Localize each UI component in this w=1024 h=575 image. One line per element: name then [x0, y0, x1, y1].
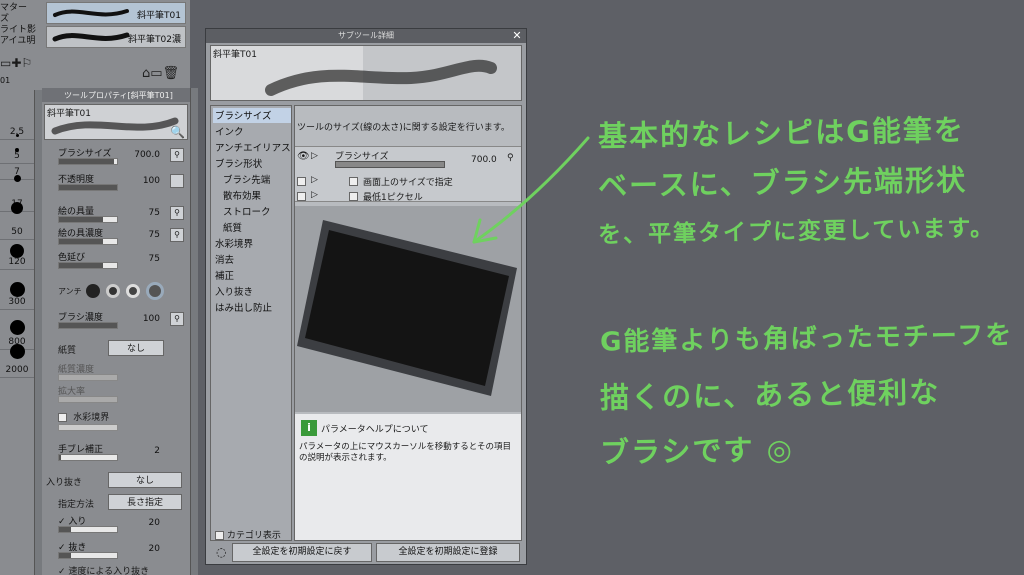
palette-tool-icons[interactable]: ▭✚⚐	[0, 56, 42, 70]
loading-spinner-icon: ◌	[216, 545, 227, 559]
row-visibility-checkbox[interactable]	[297, 177, 306, 186]
annotation-line: G能筆よりも角ばったモチーフを	[599, 320, 1014, 358]
category-ink[interactable]: インク	[213, 124, 291, 139]
category-paper[interactable]: 紙質	[213, 220, 291, 235]
antialias-weak-icon[interactable]	[106, 284, 120, 298]
antialias-strong-icon[interactable]	[146, 282, 164, 300]
size-preset-300[interactable]: 300	[0, 270, 34, 310]
watercolor-checkbox[interactable]	[58, 412, 67, 422]
min-1px-label: 最低1ピクセル	[363, 193, 423, 203]
pressure-icon: ⚲	[170, 206, 184, 220]
help-title: パラメータヘルプについて	[321, 425, 429, 435]
dialog-preview: 斜平筆T01	[210, 45, 522, 101]
pressure-icon	[170, 174, 184, 188]
antialias-medium-icon[interactable]	[126, 284, 140, 298]
subtool-detail-dialog: サブツール詳細 ✕ 斜平筆T01 ブラシサイズ インク アンチエイリアス ブラシ…	[205, 28, 527, 565]
reset-to-default-button[interactable]: 全設定を初期設定に戻す	[232, 543, 372, 562]
annotation-line: 描くのに、あると便利な	[599, 375, 941, 415]
palette-header: 01	[0, 76, 11, 85]
param-method[interactable]: 指定方法 長さ指定	[58, 494, 188, 512]
category-taper[interactable]: 入り抜き	[213, 284, 291, 299]
min-1px-checkbox[interactable]	[349, 192, 358, 201]
category-watercolor-edge[interactable]: 水彩境界	[213, 236, 291, 251]
magnify-icon[interactable]: 🔍	[170, 125, 185, 139]
pressure-icon: ⚲	[170, 228, 184, 242]
category-list: ブラシサイズ インク アンチエイリアス ブラシ形状 ブラシ先端 散布効果 ストロ…	[210, 105, 292, 541]
screen-size-checkbox[interactable]	[349, 177, 358, 186]
help-text-line: の説明が表示されます。	[299, 453, 392, 463]
param-color-stretch[interactable]: 色延び 75	[58, 250, 188, 280]
dialog-title[interactable]: サブツール詳細	[206, 29, 526, 43]
category-brush-tip[interactable]: ブラシ先端	[213, 172, 291, 187]
subtool-actions[interactable]: ⌂▭🗑	[142, 66, 188, 84]
param-brush-density[interactable]: ブラシ濃度 100 ⚲	[58, 310, 188, 340]
screen-size-label: 画面上のサイズで指定	[363, 178, 453, 188]
category-stroke[interactable]: ストローク	[213, 204, 291, 219]
param-opacity[interactable]: 不透明度 100	[58, 172, 188, 202]
param-watercolor-edge[interactable]: 水彩境界	[58, 410, 188, 434]
expand-icon[interactable]: ▷	[311, 151, 318, 161]
paper-dropdown[interactable]: なし	[108, 340, 164, 356]
pressure-icon: ⚲	[170, 148, 184, 162]
category-antialias[interactable]: アンチエイリアス	[213, 140, 291, 155]
param-paper[interactable]: 紙質 なし	[58, 340, 188, 358]
category-brush-shape[interactable]: ブラシ形状	[213, 156, 291, 171]
subtool-item[interactable]: 斜平筆T02濃	[46, 26, 186, 48]
size-preset-2000[interactable]: 2000	[0, 340, 34, 378]
annotation-line: 基本的なレシピはG能筆を	[597, 112, 966, 154]
param-stabilization[interactable]: 手ブレ補正 2	[58, 442, 188, 472]
category-display-toggle[interactable]: カテゴリ表示	[215, 528, 293, 541]
tab-title: ツールプロパティ[斜平筆T01]	[64, 91, 173, 100]
register-as-default-button[interactable]: 全設定を初期設定に登録	[376, 543, 520, 562]
tool-property-panel: ツールプロパティ[斜平筆T01] 斜平筆T01 🔍 ブラシサイズ 700.0 ⚲ 不…	[42, 88, 190, 575]
info-icon: i	[301, 420, 317, 436]
method-dropdown[interactable]: 長さ指定	[108, 494, 182, 510]
category-erase[interactable]: 消去	[213, 252, 291, 267]
param-speed-taper[interactable]: ✓ 速度による入り抜き	[58, 564, 188, 575]
palette-scrollbar[interactable]	[34, 90, 42, 575]
subtool-list: 斜平筆T01 斜平筆T02濃 ⌂▭🗑	[42, 0, 190, 88]
param-taper[interactable]: 入り抜き なし	[46, 472, 188, 490]
row-visibility-checkbox[interactable]	[297, 192, 306, 201]
category-spray[interactable]: 散布効果	[213, 188, 291, 203]
annotation-line: ブラシです ◎	[599, 432, 795, 470]
parameter-help: i パラメータヘルプについて パラメータの上にマウスカーソルを移動するとその項目…	[295, 414, 521, 540]
category-brush-size[interactable]: ブラシサイズ	[213, 108, 291, 123]
tool-preview: 斜平筆T01 🔍	[44, 104, 188, 140]
subtool-item[interactable]: 斜平筆T01	[46, 2, 186, 24]
menu-item[interactable]: アイユ明	[0, 33, 42, 46]
size-preset-120[interactable]: 120	[0, 230, 34, 270]
tool-property-tab[interactable]: ツールプロパティ[斜平筆T01]	[42, 88, 190, 102]
category-correction[interactable]: 補正	[213, 268, 291, 283]
antialias-none-icon[interactable]	[86, 284, 100, 298]
annotation-line: ベースに、ブラシ先端形状	[597, 162, 968, 204]
taper-dropdown[interactable]: なし	[108, 472, 182, 488]
tool-property-scrollbar[interactable]	[190, 88, 198, 575]
dialog-footer: ◌ 全設定を初期設定に戻す 全設定を初期設定に登録	[210, 543, 522, 563]
category-overflow-prevention[interactable]: はみ出し防止	[213, 300, 291, 315]
category-display-checkbox[interactable]	[215, 531, 224, 540]
brush-stroke-icon	[265, 59, 497, 96]
antialias-row: アンチ	[58, 282, 188, 300]
arrow-icon	[472, 136, 590, 244]
close-icon[interactable]: ✕	[511, 30, 523, 42]
pressure-icon: ⚲	[170, 312, 184, 326]
annotation-line: を、平筆タイプに変更しています。	[597, 215, 996, 249]
brush-stroke-icon	[51, 117, 179, 135]
expand-icon[interactable]: ▷	[311, 175, 318, 185]
size-slider[interactable]	[335, 161, 445, 168]
eye-icon[interactable]: 👁	[297, 151, 310, 162]
param-scale: 拡大率	[58, 384, 188, 412]
expand-icon[interactable]: ▷	[311, 190, 318, 200]
